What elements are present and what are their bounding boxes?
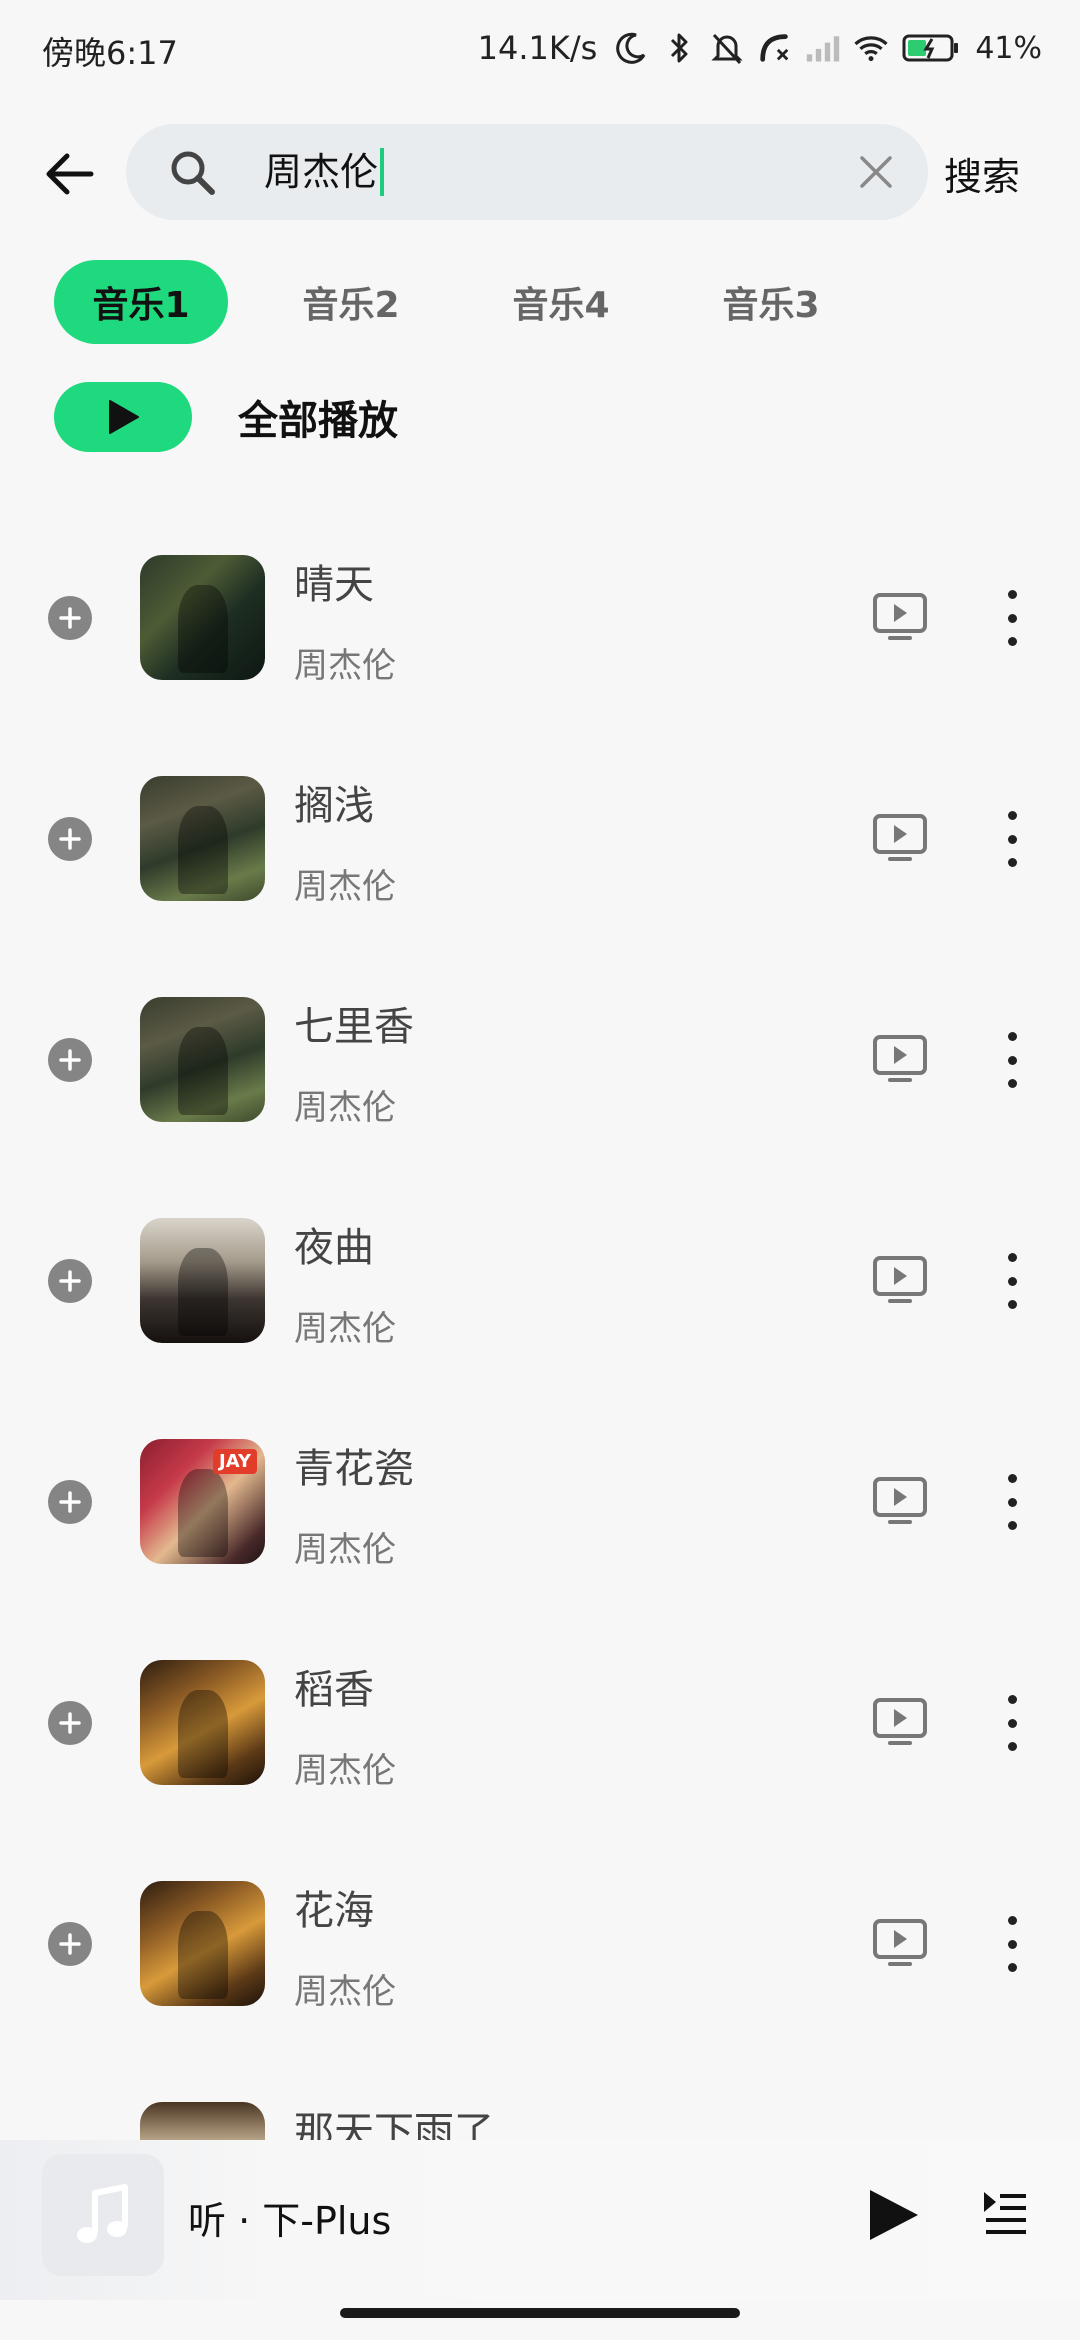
tab-music-4[interactable]: 音乐4 <box>474 260 648 344</box>
album-cover <box>140 1218 265 1343</box>
cover-art <box>177 1027 228 1115</box>
album-cover <box>140 1660 265 1785</box>
search-icon <box>171 151 215 195</box>
song-artist: 周杰伦 <box>294 867 396 907</box>
more-options-icon[interactable] <box>1000 590 1024 646</box>
search-button[interactable]: 搜索 <box>944 146 1020 201</box>
net-speed: 14.1K/s <box>477 29 598 67</box>
song-title: 稻香 <box>294 1667 374 1713</box>
song-artist: 周杰伦 <box>294 1088 396 1128</box>
song-artist: 周杰伦 <box>294 1751 396 1791</box>
app-screen: 傍晚6:17 14.1K/s 41% 周杰伦 搜索 音乐1 音乐2 音乐4 音乐… <box>0 0 1080 2340</box>
tab-music-3[interactable]: 音乐3 <box>684 260 858 344</box>
cover-art <box>177 1469 228 1557</box>
song-row[interactable]: 稻香 周杰伦 <box>0 1645 1080 1866</box>
mini-player[interactable]: 听 · 下-Plus <box>0 2140 1080 2300</box>
cover-art <box>177 1690 228 1778</box>
song-row[interactable]: JAY 青花瓷 周杰伦 <box>0 1424 1080 1645</box>
back-arrow-icon <box>46 153 94 195</box>
more-options-icon[interactable] <box>1000 1695 1024 1751</box>
song-row[interactable]: 搁浅 周杰伦 <box>0 761 1080 982</box>
song-title: 青花瓷 <box>294 1446 414 1492</box>
status-time: 傍晚6:17 <box>42 34 178 72</box>
song-artist: 周杰伦 <box>294 1530 396 1570</box>
add-icon[interactable] <box>48 817 92 861</box>
more-options-icon[interactable] <box>1000 1474 1024 1530</box>
playlist-icon[interactable] <box>980 2186 1030 2242</box>
album-cover <box>140 555 265 680</box>
more-options-icon[interactable] <box>1000 1916 1024 1972</box>
mv-icon[interactable] <box>872 1034 928 1084</box>
cover-art <box>177 585 228 673</box>
tab-music-1[interactable]: 音乐1 <box>54 260 228 344</box>
song-title: 晴天 <box>294 562 374 608</box>
cover-art <box>177 1248 228 1336</box>
more-options-icon[interactable] <box>1000 1253 1024 1309</box>
mv-icon[interactable] <box>872 813 928 863</box>
mute-icon <box>709 30 745 66</box>
back-button[interactable] <box>40 144 100 204</box>
battery-icon <box>901 30 961 66</box>
mv-icon[interactable] <box>872 1918 928 1968</box>
text-caret <box>380 148 385 196</box>
call-icon <box>757 30 793 66</box>
play-all-row: 全部播放 <box>54 382 398 452</box>
song-row[interactable]: 七里香 周杰伦 <box>0 982 1080 1203</box>
mv-icon[interactable] <box>872 1476 928 1526</box>
cover-art <box>177 806 228 894</box>
battery-percent: 41% <box>975 30 1042 66</box>
song-title: 花海 <box>294 1888 374 1934</box>
music-note-icon <box>77 2184 128 2243</box>
wifi-icon <box>853 30 889 66</box>
more-options-icon[interactable] <box>1000 1032 1024 1088</box>
add-icon[interactable] <box>48 1038 92 1082</box>
mv-icon[interactable] <box>872 1697 928 1747</box>
source-tabs: 音乐1 音乐2 音乐4 音乐3 <box>54 260 894 344</box>
status-bar: 傍晚6:17 14.1K/s 41% <box>0 0 1080 96</box>
play-all-label[interactable]: 全部播放 <box>238 388 398 446</box>
add-icon[interactable] <box>48 1259 92 1303</box>
album-cover: JAY <box>140 1439 265 1564</box>
song-artist: 周杰伦 <box>294 1972 396 2012</box>
mv-icon[interactable] <box>872 592 928 642</box>
signal-icon <box>805 30 841 66</box>
mini-player-cover <box>42 2154 164 2276</box>
song-artist: 周杰伦 <box>294 646 396 686</box>
song-row[interactable]: 夜曲 周杰伦 <box>0 1203 1080 1424</box>
song-list: 晴天 周杰伦 搁浅 周杰伦 七里香 周杰伦 夜曲 周杰伦 JAY 青花瓷 周杰伦… <box>0 540 1080 2308</box>
play-icon[interactable] <box>862 2184 924 2246</box>
search-header: 周杰伦 搜索 <box>0 120 1080 224</box>
song-title: 七里香 <box>294 1004 414 1050</box>
bluetooth-icon <box>661 30 697 66</box>
add-icon[interactable] <box>48 1922 92 1966</box>
add-icon[interactable] <box>48 596 92 640</box>
song-row[interactable]: 晴天 周杰伦 <box>0 540 1080 761</box>
tab-music-2[interactable]: 音乐2 <box>264 260 438 344</box>
mv-icon[interactable] <box>872 1255 928 1305</box>
song-row[interactable]: 花海 周杰伦 <box>0 1866 1080 2087</box>
cover-art <box>177 1911 228 1999</box>
album-cover <box>140 997 265 1122</box>
song-title: 搁浅 <box>294 783 374 829</box>
play-all-button[interactable] <box>54 382 192 452</box>
song-artist: 周杰伦 <box>294 1309 396 1349</box>
search-input[interactable]: 周杰伦 <box>126 124 928 220</box>
album-cover <box>140 776 265 901</box>
search-query-wrap: 周杰伦 <box>264 148 385 196</box>
album-cover <box>140 1881 265 2006</box>
add-icon[interactable] <box>48 1701 92 1745</box>
home-indicator[interactable] <box>340 2308 740 2318</box>
clear-icon[interactable] <box>854 150 898 194</box>
mini-player-title: 听 · 下-Plus <box>188 2199 392 2243</box>
status-icons: 14.1K/s 41% <box>478 22 1042 74</box>
song-title: 夜曲 <box>294 1225 374 1271</box>
search-query: 周杰伦 <box>264 150 379 194</box>
add-icon[interactable] <box>48 1480 92 1524</box>
play-icon <box>109 400 139 434</box>
more-options-icon[interactable] <box>1000 811 1024 867</box>
moon-icon <box>613 30 649 66</box>
cover-tag: JAY <box>213 1449 257 1474</box>
